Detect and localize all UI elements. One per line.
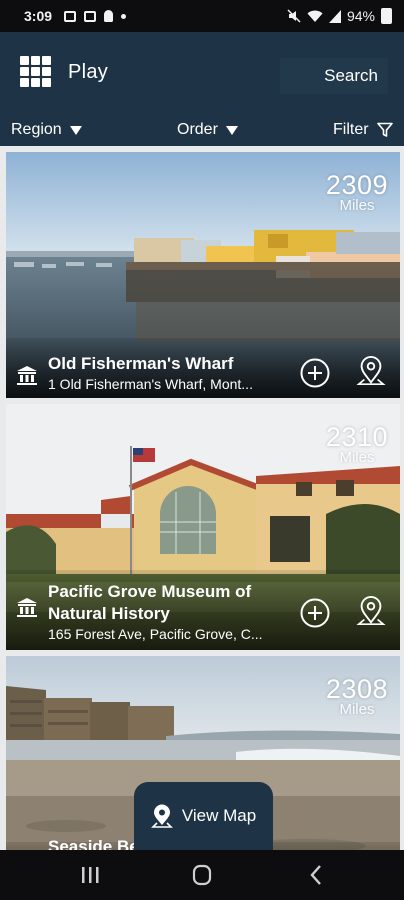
map-pin-icon	[150, 804, 173, 828]
battery-percent: 94%	[346, 8, 375, 24]
place-address: 165 Forest Ave, Pacific Grove, C...	[48, 626, 263, 642]
distance-badge: 2308 Miles	[326, 676, 388, 718]
distance-value: 2308	[325, 674, 388, 704]
caret-down-icon	[225, 125, 238, 135]
recents-icon[interactable]	[70, 862, 110, 888]
caret-down-icon	[69, 125, 82, 135]
card-text: Old Fisherman's Wharf 1 Old Fisherman's …	[48, 353, 290, 393]
view-map-label: View Map	[181, 806, 257, 825]
mute-icon	[287, 9, 301, 23]
signal-icon	[328, 9, 341, 23]
region-label: Region	[11, 121, 62, 138]
card-text: Pacific Grove Museum of Natural History …	[48, 581, 290, 643]
filter-label: Filter	[333, 121, 369, 138]
distance-unit: Miles	[339, 449, 375, 466]
back-icon[interactable]	[296, 862, 336, 888]
gallery-notification-icon	[64, 10, 77, 22]
status-right: 94%	[287, 8, 392, 24]
distance-value: 2309	[325, 170, 388, 200]
status-left: 3:09	[24, 8, 127, 24]
distance-badge: 2309 Miles	[326, 172, 388, 214]
system-nav-bar	[0, 850, 404, 900]
view-map-button[interactable]: View Map	[134, 782, 273, 850]
region-dropdown[interactable]: Region	[11, 121, 82, 139]
page-title: Play	[68, 61, 109, 83]
place-card[interactable]: 2309 Miles Old Fisherman's Wharf 1 Old F…	[6, 152, 400, 398]
map-pin-icon[interactable]	[355, 595, 387, 627]
place-name-line1: Pacific Grove Museum of	[48, 582, 252, 601]
home-icon[interactable]	[182, 862, 222, 888]
status-time: 3:09	[24, 8, 53, 24]
search-button[interactable]: Search	[280, 58, 388, 94]
more-notifications-icon	[121, 13, 127, 19]
distance-value: 2310	[325, 422, 388, 452]
grid-menu-icon[interactable]	[20, 56, 51, 87]
news-notification-icon	[84, 10, 97, 22]
museum-icon	[17, 598, 37, 617]
place-address: 1 Old Fisherman's Wharf, Mont...	[48, 376, 253, 392]
status-bar: 3:09 94%	[0, 0, 404, 32]
places-list[interactable]: 2309 Miles Old Fisherman's Wharf 1 Old F…	[0, 146, 404, 850]
map-pin-icon[interactable]	[355, 355, 387, 387]
wifi-icon	[307, 10, 323, 22]
battery-icon	[381, 8, 392, 24]
add-circle-icon[interactable]	[299, 597, 331, 629]
filter-row: Region Order Filter	[0, 118, 404, 146]
place-card[interactable]: 2310 Miles Pacific Grove Museum of Natur…	[6, 404, 400, 650]
filter-funnel-icon	[376, 122, 393, 137]
distance-unit: Miles	[339, 701, 375, 718]
museum-icon	[17, 366, 37, 385]
filter-button[interactable]: Filter	[333, 121, 393, 139]
place-name: Old Fisherman's Wharf	[48, 354, 234, 373]
place-name-line2: Natural History	[48, 604, 170, 623]
distance-unit: Miles	[339, 197, 375, 214]
add-circle-icon[interactable]	[299, 357, 331, 389]
distance-badge: 2310 Miles	[326, 424, 388, 466]
order-label: Order	[177, 121, 218, 138]
bulb-notification-icon	[104, 10, 114, 22]
order-dropdown[interactable]: Order	[177, 121, 238, 139]
app-bar: Play Search	[0, 32, 404, 118]
